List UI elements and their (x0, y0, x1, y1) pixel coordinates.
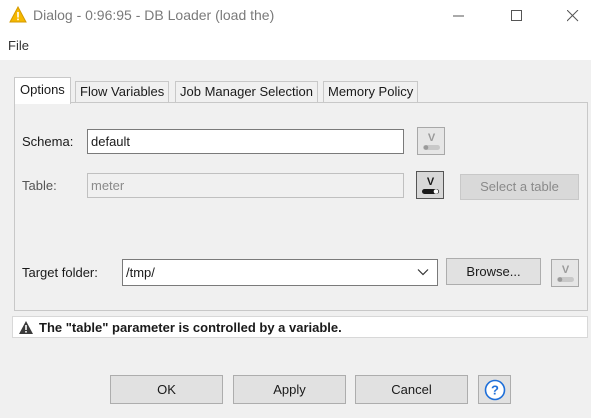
chevron-down-icon (417, 269, 429, 276)
title-bar: Dialog - 0:96:95 - DB Loader (load the) (0, 0, 591, 32)
tab-job-manager-selection[interactable]: Job Manager Selection (175, 81, 318, 103)
maximize-button[interactable] (494, 0, 540, 32)
svg-text:V: V (428, 132, 436, 144)
table-variable-button[interactable]: V (416, 171, 444, 199)
help-button[interactable]: ? (478, 375, 511, 404)
svg-text:V: V (562, 264, 570, 276)
select-table-button[interactable]: Select a table (460, 174, 579, 200)
schema-label: Schema: (22, 134, 74, 149)
table-input[interactable]: meter (87, 173, 404, 198)
close-button[interactable] (550, 0, 591, 32)
minimize-icon (453, 15, 464, 17)
close-icon (567, 10, 579, 22)
cancel-button[interactable]: Cancel (355, 375, 468, 404)
menu-bar: File (0, 32, 591, 60)
schema-input[interactable]: default (87, 129, 404, 154)
options-panel: Schema: default V Table: meter V Select … (14, 102, 588, 311)
svg-text:V: V (427, 176, 435, 188)
tab-memory-policy[interactable]: Memory Policy (323, 81, 419, 103)
flow-variable-icon: V (422, 176, 439, 194)
status-message: The "table" parameter is controlled by a… (39, 320, 342, 335)
maximize-icon (511, 10, 522, 21)
target-folder-variable-button[interactable]: V (551, 259, 579, 287)
target-folder-combo[interactable]: /tmp/ (122, 259, 438, 286)
apply-button[interactable]: Apply (233, 375, 346, 404)
window-title: Dialog - 0:96:95 - DB Loader (load the) (33, 7, 275, 23)
warning-triangle-icon (9, 5, 27, 23)
target-folder-value: /tmp/ (126, 265, 155, 280)
tab-options[interactable]: Options (14, 77, 71, 104)
minimize-button[interactable] (436, 0, 482, 32)
menu-file[interactable]: File (8, 38, 29, 53)
target-folder-label: Target folder: (22, 265, 98, 280)
flow-variable-icon: V (423, 132, 440, 150)
ok-button[interactable]: OK (110, 375, 223, 404)
browse-button[interactable]: Browse... (446, 258, 541, 285)
help-icon: ? (484, 379, 506, 401)
warning-icon (18, 320, 34, 338)
svg-text:?: ? (491, 383, 499, 398)
flow-variable-icon: V (557, 264, 574, 282)
schema-variable-button[interactable]: V (417, 127, 445, 155)
status-bar: The "table" parameter is controlled by a… (12, 316, 588, 338)
tab-flow-variables[interactable]: Flow Variables (75, 81, 170, 103)
table-label: Table: (22, 178, 57, 193)
